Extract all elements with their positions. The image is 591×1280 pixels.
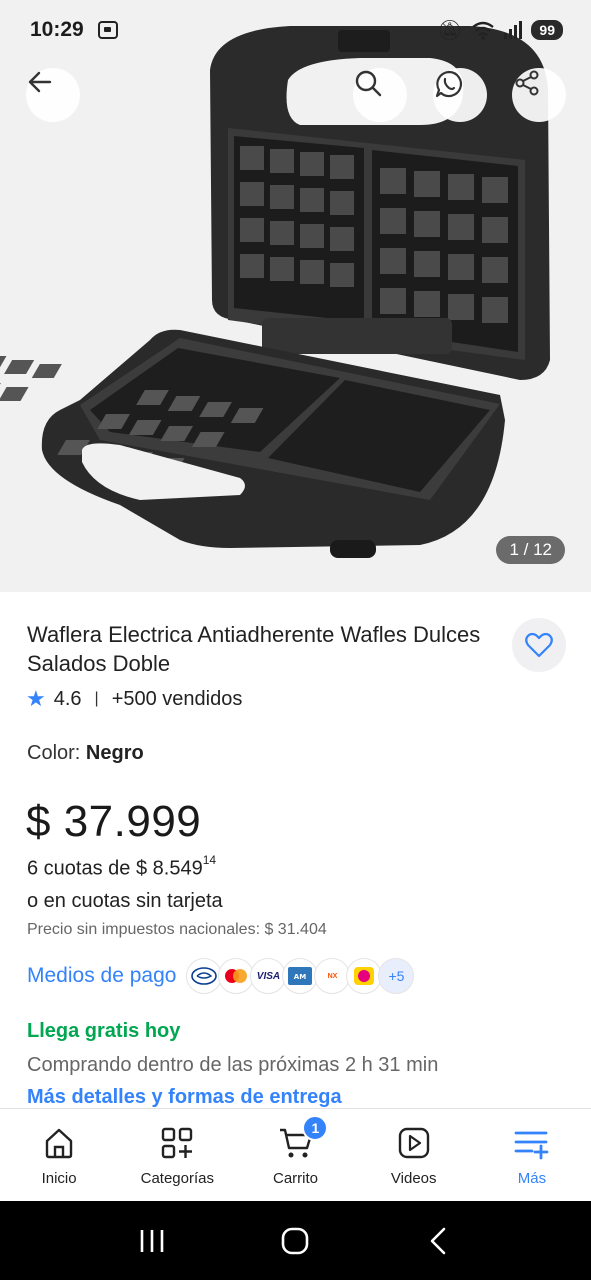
play-icon xyxy=(398,1127,429,1159)
nav-label: Carrito xyxy=(273,1170,319,1187)
home-button-icon[interactable] xyxy=(280,1226,310,1256)
nav-item-mas[interactable]: Más xyxy=(473,1109,591,1201)
favorite-button[interactable] xyxy=(512,618,566,672)
bottom-nav: Inicio Categorías 1 Carrito Videos Más xyxy=(0,1108,591,1201)
system-nav-bar xyxy=(0,1201,591,1280)
product-price: $ 37.999 xyxy=(26,797,202,846)
menu-plus-icon xyxy=(514,1131,549,1160)
amex-icon: AM xyxy=(282,958,319,994)
back-button[interactable] xyxy=(26,68,80,122)
signal-icon xyxy=(504,21,523,39)
shipping-timer: Comprando dentro de las próximas 2 h 31 … xyxy=(27,1054,439,1076)
divider: | xyxy=(94,690,99,707)
no-card-installments: o en cuotas sin tarjeta xyxy=(27,890,223,912)
more-payment-methods[interactable]: +5 xyxy=(378,958,415,994)
status-time: 10:29 xyxy=(30,18,84,41)
cabal-icon xyxy=(346,958,383,994)
share-button[interactable] xyxy=(512,68,566,122)
payment-methods[interactable]: Medios de pago VISA AM NX +5 xyxy=(27,958,415,994)
heart-icon xyxy=(525,632,553,658)
share-icon xyxy=(515,70,539,96)
installments-cents: 14 xyxy=(202,853,217,867)
color-label: Color: xyxy=(27,742,86,764)
mercado-pago-icon xyxy=(186,958,223,994)
gallery-counter: 1 / 12 xyxy=(496,536,565,564)
wifi-icon xyxy=(472,21,495,40)
arrow-left-icon xyxy=(28,71,52,93)
svg-text:AM: AM xyxy=(294,973,306,981)
whatsapp-share-button[interactable] xyxy=(433,68,487,122)
nav-label: Videos xyxy=(390,1170,437,1187)
shipping-details-link[interactable]: Más detalles y formas de entrega xyxy=(27,1086,342,1108)
nav-label: Categorías xyxy=(140,1170,214,1187)
sold-count: +500 vendidos xyxy=(111,687,243,710)
color-selector[interactable]: Color: Negro xyxy=(27,742,144,765)
waffle-maker-image xyxy=(0,26,550,558)
search-icon xyxy=(355,70,382,97)
installments-amount: 6 cuotas de $ 8.549 xyxy=(27,857,203,880)
nav-item-videos[interactable]: Videos xyxy=(355,1109,473,1201)
nav-item-categorias[interactable]: Categorías xyxy=(118,1109,236,1201)
system-back-icon[interactable] xyxy=(424,1226,454,1256)
search-button[interactable] xyxy=(353,68,407,122)
whatsapp-icon xyxy=(435,70,463,98)
battery-indicator: 99 xyxy=(531,20,563,40)
nav-item-inicio[interactable]: Inicio xyxy=(0,1109,118,1201)
recent-apps-icon[interactable] xyxy=(137,1228,167,1254)
cart-badge: 1 xyxy=(302,1115,329,1141)
rating-row[interactable]: ★ 4.6 | +500 vendidos xyxy=(26,686,242,712)
mute-icon: 🔕︎ xyxy=(437,19,463,42)
rating-value: 4.6 xyxy=(53,687,82,710)
product-image-gallery[interactable]: 1 / 12 xyxy=(0,0,591,592)
nav-label: Inicio xyxy=(41,1170,77,1187)
visa-icon: VISA xyxy=(250,958,287,994)
naranja-x-icon: NX xyxy=(314,958,351,994)
screenshot-icon xyxy=(97,21,118,39)
tax-free-price: Precio sin impuestos nacionales: $ 31.40… xyxy=(27,921,327,938)
payment-methods-link[interactable]: Medios de pago xyxy=(27,964,176,988)
nav-item-carrito[interactable]: 1 Carrito xyxy=(236,1109,354,1201)
categories-icon xyxy=(162,1127,193,1159)
nav-label: Más xyxy=(517,1170,547,1187)
shipping-headline: Llega gratis hoy xyxy=(27,1020,181,1042)
home-icon xyxy=(45,1128,73,1159)
installments: 6 cuotas de $ 8.54914 xyxy=(27,853,217,881)
color-value: Negro xyxy=(85,742,144,764)
product-title: Waflera Electrica Antiadherente Wafles D… xyxy=(27,622,481,676)
status-bar: 10:29 🔕︎ 99 xyxy=(0,0,591,60)
star-icon: ★ xyxy=(26,686,46,711)
mastercard-icon xyxy=(218,958,255,994)
